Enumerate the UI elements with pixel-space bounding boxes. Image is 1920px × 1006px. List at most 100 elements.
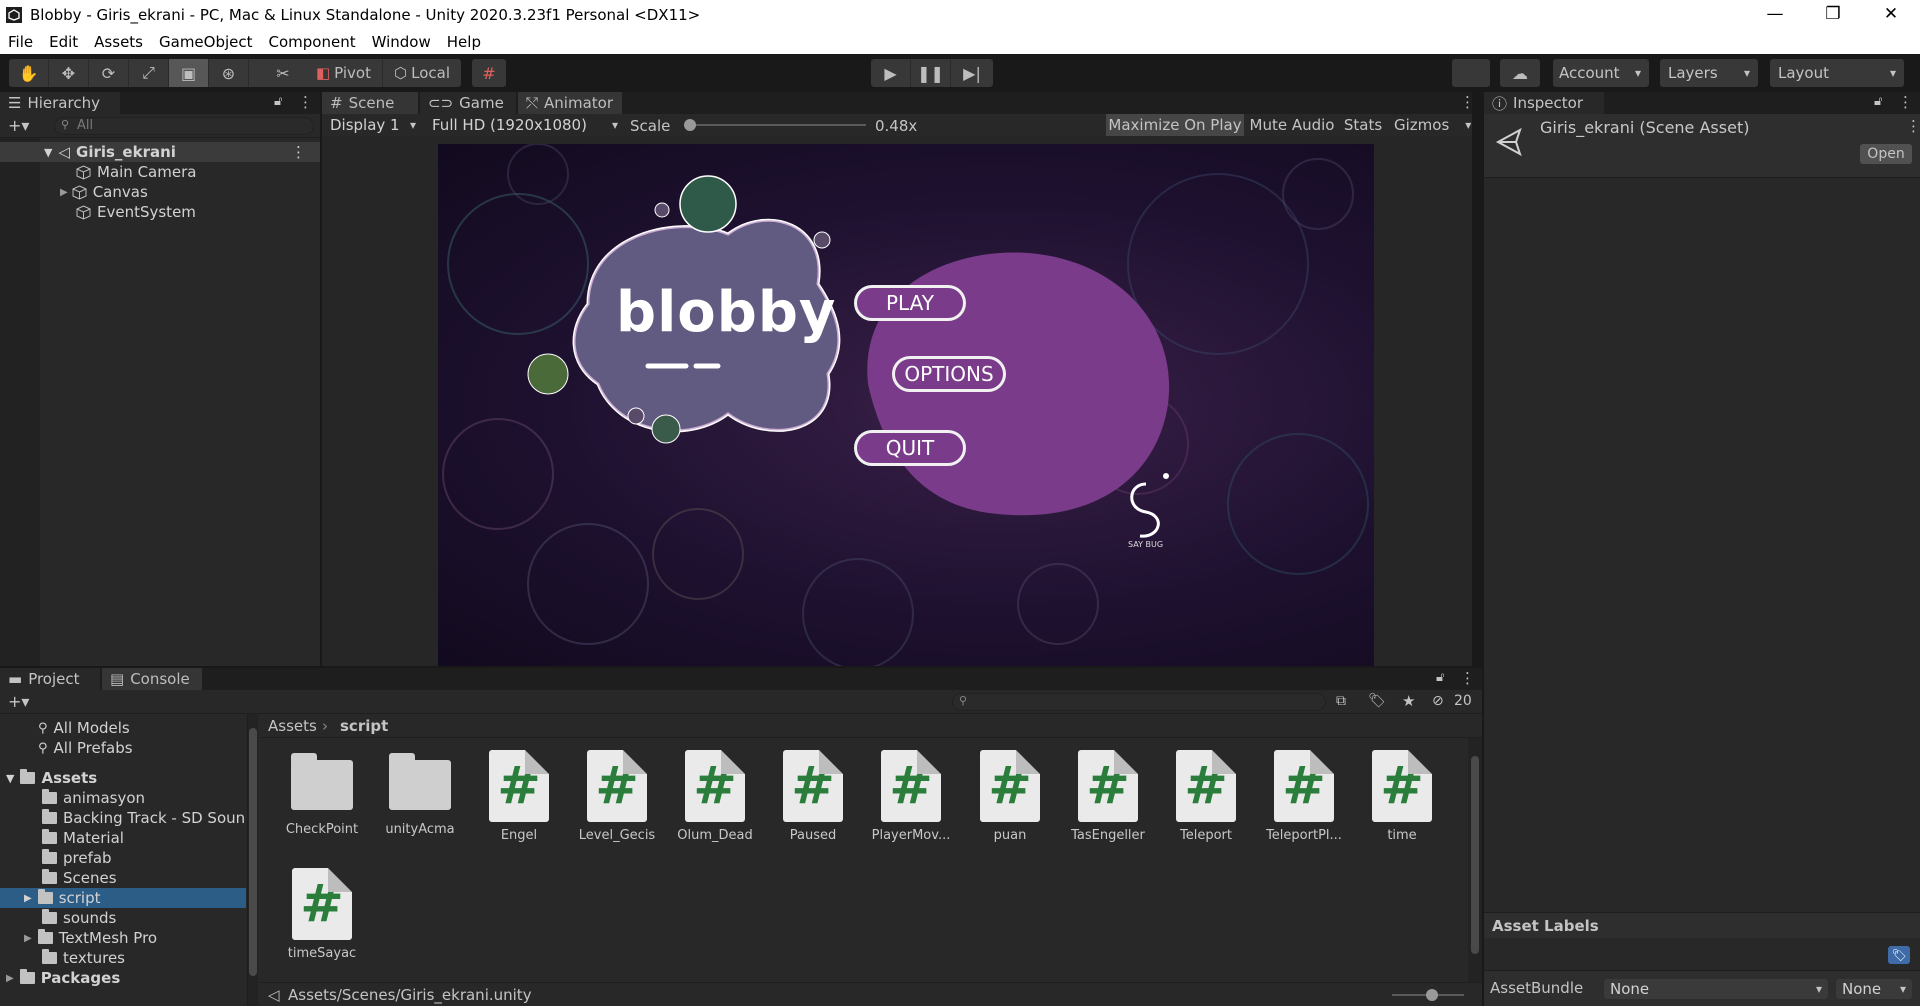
scale-slider[interactable]: [684, 119, 866, 131]
stats-toggle[interactable]: Stats: [1340, 114, 1386, 136]
rect-tool-icon[interactable]: ▣: [169, 59, 209, 87]
asset-script-puan[interactable]: # puan: [962, 750, 1058, 850]
asset-folder-checkpoint[interactable]: CheckPoint: [274, 750, 370, 850]
kebab-menu-icon[interactable]: ⋮: [291, 143, 306, 161]
icon-size-slider[interactable]: [1392, 989, 1464, 1001]
collapsed-arrow-icon[interactable]: ▶: [24, 933, 32, 944]
grid-snap-icon[interactable]: #: [472, 59, 506, 87]
menu-component[interactable]: Component: [269, 33, 356, 51]
asset-script-teleportpl[interactable]: # TeleportPl...: [1256, 750, 1352, 850]
kebab-menu-icon[interactable]: ⋮: [1460, 669, 1475, 687]
pivot-button[interactable]: ◧ Pivot: [305, 59, 383, 87]
game-play-button[interactable]: PLAY: [854, 285, 966, 321]
asset-script-olum-dead[interactable]: # Olum_Dead: [667, 750, 763, 850]
tag-icon[interactable]: 🏷︎: [1888, 946, 1910, 964]
hierarchy-item-main-camera[interactable]: Main Camera: [76, 162, 196, 182]
tab-game[interactable]: ⊂⊃ Game: [420, 92, 516, 114]
menu-gameobject[interactable]: GameObject: [159, 33, 253, 51]
menu-file[interactable]: File: [8, 33, 33, 51]
kebab-menu-icon[interactable]: ⋮: [298, 93, 313, 111]
menu-edit[interactable]: Edit: [49, 33, 78, 51]
favorite-all-models[interactable]: ⚲ All Models: [38, 718, 130, 738]
assetbundle-variant-dropdown[interactable]: None: [1836, 979, 1912, 999]
kebab-menu-icon[interactable]: ⋮: [1906, 117, 1920, 135]
transform-tool-icon[interactable]: ⊛: [209, 59, 249, 87]
mute-audio-toggle[interactable]: Mute Audio: [1246, 114, 1338, 136]
tab-animator[interactable]: ⤲ Animator: [518, 92, 622, 114]
asset-script-timesayac[interactable]: # timeSayac: [274, 868, 370, 968]
asset-script-time[interactable]: # time: [1354, 750, 1450, 850]
icon-size-slider-thumb[interactable]: [1426, 989, 1438, 1001]
step-icon[interactable]: ▶|: [951, 59, 993, 87]
layout-dropdown[interactable]: Layout ▾: [1770, 59, 1904, 87]
lock-icon[interactable]: 🔓︎: [1874, 94, 1882, 109]
tab-project[interactable]: ▬ Project: [0, 668, 100, 690]
favorite-star-icon[interactable]: ★: [1402, 692, 1415, 710]
hierarchy-item-canvas[interactable]: ▶ Canvas: [60, 182, 148, 202]
game-quit-button[interactable]: QUIT: [854, 430, 966, 466]
scene-root-item[interactable]: ▼ ◁ Giris_ekrani ⋮: [0, 142, 320, 162]
tree-folder-script[interactable]: ▶ script: [0, 888, 246, 908]
tree-folder-animasyon[interactable]: animasyon: [42, 788, 145, 808]
layers-dropdown[interactable]: Layers ▾: [1660, 59, 1758, 87]
hierarchy-item-eventsystem[interactable]: EventSystem: [76, 202, 196, 222]
favorite-all-prefabs[interactable]: ⚲ All Prefabs: [38, 738, 133, 758]
asset-script-teleport[interactable]: # Teleport: [1158, 750, 1254, 850]
account-dropdown[interactable]: Account ▾: [1553, 59, 1649, 87]
assetbundle-dropdown[interactable]: None: [1604, 979, 1828, 999]
minimize-button[interactable]: —: [1746, 0, 1804, 29]
menu-assets[interactable]: Assets: [94, 33, 143, 51]
tab-console[interactable]: ▤ Console: [102, 668, 202, 690]
filter-by-type-icon[interactable]: ⧉: [1336, 693, 1346, 709]
collapsed-arrow-icon[interactable]: ▶: [60, 187, 68, 198]
asset-folder-unityacma[interactable]: unityAcma: [372, 750, 468, 850]
lock-icon[interactable]: 🔓︎: [274, 94, 282, 109]
tab-scene[interactable]: # Scene: [322, 92, 418, 114]
asset-script-playermov[interactable]: # PlayerMov...: [863, 750, 959, 850]
menu-window[interactable]: Window: [372, 33, 431, 51]
close-button[interactable]: ✕: [1862, 0, 1920, 29]
tree-folder-prefab[interactable]: prefab: [42, 848, 112, 868]
lock-icon[interactable]: 🔓︎: [1436, 670, 1444, 685]
menu-help[interactable]: Help: [447, 33, 481, 51]
hand-tool-icon[interactable]: ✋: [9, 59, 49, 87]
breadcrumb-script[interactable]: script: [340, 717, 388, 735]
asset-script-level-gecis[interactable]: # Level_Gecis: [569, 750, 665, 850]
add-icon[interactable]: +▾: [8, 116, 29, 135]
scale-slider-thumb[interactable]: [684, 119, 696, 131]
breadcrumb-assets[interactable]: Assets: [268, 717, 317, 735]
tree-folder-backing-track[interactable]: Backing Track - SD Soun: [42, 808, 246, 828]
asset-script-tasengeller[interactable]: # TasEngeller: [1060, 750, 1156, 850]
game-options-button[interactable]: OPTIONS: [892, 356, 1006, 392]
hierarchy-search-input[interactable]: ⚲ All: [54, 117, 314, 135]
filter-by-label-icon[interactable]: 🏷︎: [1368, 693, 1386, 709]
cloud-button[interactable]: ☁: [1500, 59, 1540, 87]
open-button[interactable]: Open: [1860, 144, 1912, 164]
tab-inspector[interactable]: ⓘ Inspector: [1484, 92, 1604, 114]
local-button[interactable]: ⬡ Local: [383, 59, 461, 87]
tree-packages-root[interactable]: ▶ Packages: [6, 968, 120, 988]
play-icon[interactable]: ▶: [871, 59, 911, 87]
tree-folder-sounds[interactable]: sounds: [42, 908, 116, 928]
scale-tool-icon[interactable]: ⤢: [129, 59, 169, 87]
resolution-dropdown[interactable]: Full HD (1920x1080): [426, 115, 624, 135]
asset-script-engel[interactable]: # Engel: [471, 750, 567, 850]
asset-grid-scrollbar[interactable]: [1468, 738, 1482, 982]
tree-folder-textures[interactable]: textures: [42, 948, 125, 968]
tree-folder-scenes[interactable]: Scenes: [42, 868, 117, 888]
hidden-packages-icon[interactable]: ⊘: [1432, 693, 1444, 709]
display-dropdown[interactable]: Display 1: [324, 115, 422, 135]
tree-folder-material[interactable]: Material: [42, 828, 124, 848]
kebab-menu-icon[interactable]: ⋮: [1898, 93, 1913, 111]
move-tool-icon[interactable]: ✥: [49, 59, 89, 87]
asset-script-paused[interactable]: # Paused: [765, 750, 861, 850]
tab-hierarchy[interactable]: ☰ Hierarchy: [0, 92, 120, 114]
tree-folder-textmesh-pro[interactable]: ▶ TextMesh Pro: [24, 928, 157, 948]
tree-assets-root[interactable]: ▼ Assets: [6, 768, 97, 788]
folder-tree-scrollbar[interactable]: [248, 714, 258, 1006]
maximize-on-play-toggle[interactable]: Maximize On Play: [1106, 114, 1244, 136]
kebab-menu-icon[interactable]: ⋮: [1460, 93, 1475, 111]
gizmos-dropdown[interactable]: Gizmos ▾: [1388, 114, 1472, 136]
collapsed-arrow-icon[interactable]: ▶: [24, 893, 32, 904]
add-icon[interactable]: +▾: [8, 692, 29, 711]
